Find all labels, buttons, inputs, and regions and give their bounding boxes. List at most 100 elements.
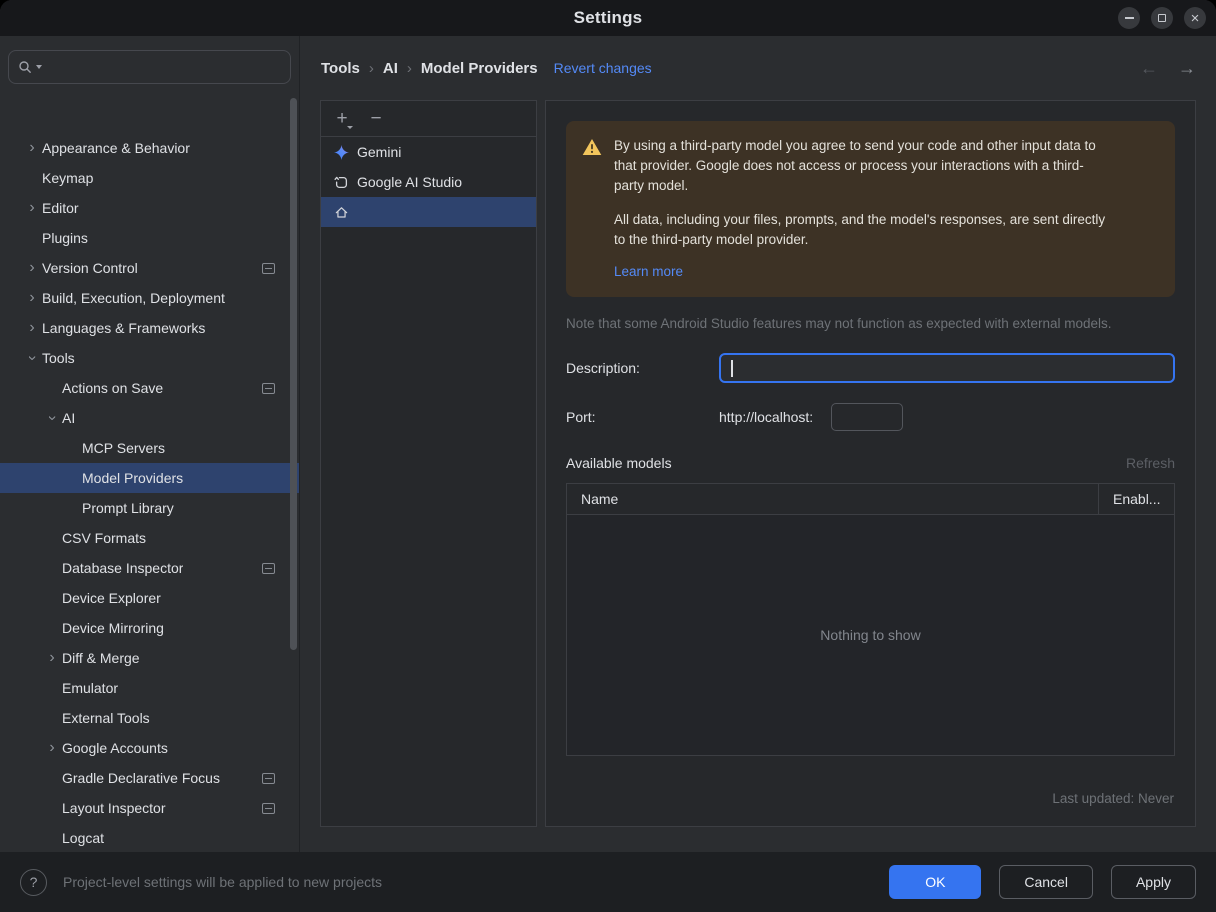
providers-toolbar: + − [321,101,536,137]
help-button[interactable]: ? [20,868,47,896]
plus-icon: + [336,108,348,129]
home-icon [333,204,349,220]
sidebar-item-google-accounts[interactable]: › Google Accounts [0,733,299,763]
window-title: Settings [573,8,643,27]
provider-label: Google AI Studio [357,174,463,190]
minus-icon: − [370,108,382,129]
sidebar-item-editor[interactable]: › Editor [0,193,299,223]
chevron-down-icon [36,65,42,69]
breadcrumb: Tools › AI › Model Providers [321,60,538,77]
provider-item-gemini[interactable]: Gemini [321,137,536,167]
sidebar-item-csv-formats[interactable]: CSV Formats [0,523,299,553]
external-models-note: Note that some Android Studio features m… [566,316,1112,331]
refresh-link[interactable]: Refresh [1126,455,1175,471]
sidebar-item-build-execution-deployment[interactable]: › Build, Execution, Deployment [0,283,299,313]
description-input[interactable] [719,353,1175,383]
provider-label: Gemini [357,144,402,160]
sidebar-item-keymap[interactable]: Keymap [0,163,299,193]
sidebar-item-label: Emulator [62,680,119,696]
available-models-row: Available models Refresh [566,455,1175,471]
column-header-enabled: Enabl... [1098,484,1174,514]
chevron-right-icon[interactable]: › [22,140,42,156]
models-table-body: Nothing to show [567,515,1174,755]
provider-item-google-ai-studio[interactable]: Google AI Studio [321,167,536,197]
chevron-right-icon[interactable]: › [22,260,42,276]
sidebar-item-device-mirroring[interactable]: Device Mirroring [0,613,299,643]
chevron-down-icon[interactable]: › [24,348,41,368]
sidebar-item-external-tools[interactable]: External Tools [0,703,299,733]
warning-paragraph-2: All data, including your files, prompts,… [614,212,1106,247]
sidebar-item-ai[interactable]: › AI [0,403,299,433]
sidebar-item-prompt-library[interactable]: Prompt Library [0,493,299,523]
project-settings-icon [262,772,275,784]
minimize-button[interactable] [1118,7,1140,29]
port-input[interactable] [831,403,904,431]
sidebar-item-label: Prompt Library [82,500,174,516]
empty-table-text: Nothing to show [820,627,921,643]
sidebar-item-layout-inspector[interactable]: Layout Inspector [0,793,299,823]
close-button[interactable]: × [1184,7,1206,29]
sidebar-item-mcp-servers[interactable]: MCP Servers [0,433,299,463]
revert-changes-link[interactable]: Revert changes [554,60,652,76]
search-input[interactable] [45,59,282,75]
chevron-down-icon[interactable]: › [44,408,61,428]
add-provider-button[interactable]: + [329,106,355,132]
cancel-button[interactable]: Cancel [999,865,1093,899]
sidebar-item-label: Model Providers [82,470,184,486]
sidebar-item-label: Editor [42,200,79,216]
back-arrow-icon[interactable]: ← [1140,58,1158,79]
sidebar-item-gradle-declarative-focus[interactable]: Gradle Declarative Focus [0,763,299,793]
sidebar-item-label: Device Mirroring [62,620,164,636]
settings-search-box[interactable] [8,50,291,84]
warning-text: By using a third-party model you agree t… [614,136,1111,282]
settings-window: Settings × › Appearance & Behavior Keymap ›… [0,0,1216,912]
breadcrumb-separator: › [406,59,412,77]
chevron-right-icon[interactable]: › [22,290,42,306]
minimize-icon [1124,17,1134,19]
maximize-button[interactable] [1151,7,1173,29]
sidebar-item-emulator[interactable]: Emulator [0,673,299,703]
last-updated-text: Last updated: Never [1052,791,1174,806]
apply-button[interactable]: Apply [1110,865,1196,899]
sidebar-item-version-control[interactable]: › Version Control [0,253,299,283]
sidebar-item-actions-on-save[interactable]: Actions on Save [0,373,299,403]
sidebar-item-model-providers[interactable]: Model Providers [0,463,299,493]
sidebar-item-label: Gradle Declarative Focus [62,770,220,786]
footer: ? Project-level settings will be applied… [0,852,1216,912]
breadcrumb-part-tools[interactable]: Tools [321,60,360,77]
ok-button[interactable]: OK [889,865,982,899]
models-table: Name Enabl... Nothing to show [566,483,1175,756]
sidebar-item-device-explorer[interactable]: Device Explorer [0,583,299,613]
models-table-header: Name Enabl... [567,484,1174,515]
remove-provider-button[interactable]: − [363,106,389,132]
forward-arrow-icon[interactable]: → [1178,58,1196,79]
breadcrumb-part-ai[interactable]: AI [383,60,398,77]
sidebar-item-label: Tools [42,350,75,366]
chevron-right-icon[interactable]: › [22,200,42,216]
sidebar-item-plugins[interactable]: Plugins [0,223,299,253]
sidebar-item-appearance-behavior[interactable]: › Appearance & Behavior [0,133,299,163]
sidebar-item-label: CSV Formats [62,530,147,546]
breadcrumb-part-model-providers[interactable]: Model Providers [421,60,538,77]
sidebar-item-database-inspector[interactable]: Database Inspector [0,553,299,583]
maximize-icon [1158,14,1166,22]
warning-banner: By using a third-party model you agree t… [566,121,1175,297]
sidebar-item-logcat[interactable]: Logcat [0,823,299,852]
chevron-right-icon[interactable]: › [42,650,62,666]
sidebar-item-diff-merge[interactable]: › Diff & Merge [0,643,299,673]
sidebar-item-label: Appearance & Behavior [42,140,190,156]
sidebar-item-label: External Tools [62,710,150,726]
port-label: Port: [566,409,596,425]
sidebar-item-label: Logcat [62,830,105,846]
sidebar-item-languages-frameworks[interactable]: › Languages & Frameworks [0,313,299,343]
description-label: Description: [566,360,640,376]
learn-more-link[interactable]: Learn more [614,262,683,282]
chevron-right-icon[interactable]: › [42,740,62,756]
chevron-right-icon[interactable]: › [22,320,42,336]
providers-list: Gemini Google AI Studio [321,137,536,227]
sidebar-item-label: Google Accounts [62,740,168,756]
sidebar-item-tools[interactable]: › Tools [0,343,299,373]
sidebar-item-label: Plugins [42,230,88,246]
provider-item-new-provider[interactable] [321,197,536,227]
sidebar-scrollbar[interactable] [290,98,297,650]
